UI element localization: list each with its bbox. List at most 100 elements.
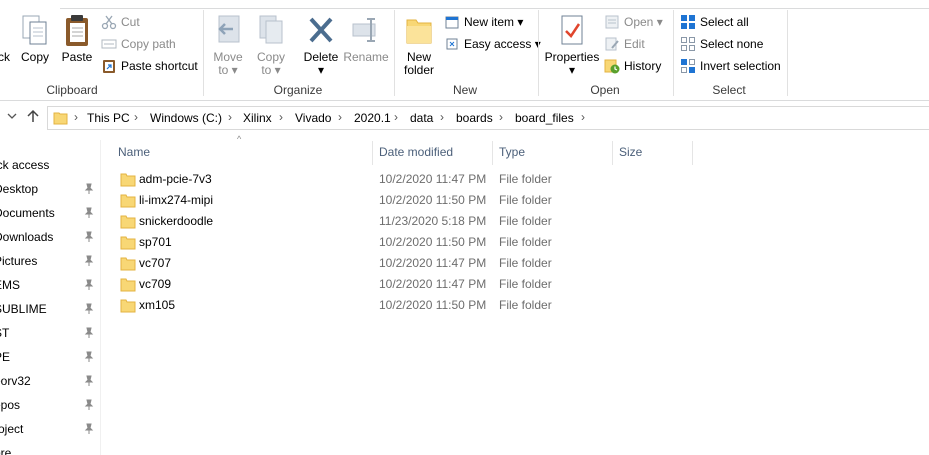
paste-shortcut-icon — [103, 60, 115, 73]
copy-icon — [22, 15, 47, 45]
breadcrumb-data[interactable]: data — [410, 111, 433, 125]
nav-item-sublime[interactable]: SUBLIME — [0, 298, 100, 322]
up-button[interactable] — [26, 109, 40, 126]
table-row[interactable]: xm105 10/2/2020 11:50 PM File folder — [117, 295, 617, 316]
column-divider[interactable] — [692, 141, 693, 165]
file-name: sp701 — [139, 235, 172, 249]
file-type: File folder — [499, 172, 552, 186]
nav-item-more[interactable]: ore — [0, 442, 100, 455]
open-label-text: Open — [624, 15, 654, 29]
file-type: File folder — [499, 235, 552, 249]
breadcrumb-separator[interactable]: › — [279, 110, 283, 124]
nav-item-label: Downloads — [0, 230, 54, 244]
nav-item-downloads[interactable]: Downloads — [0, 226, 100, 250]
open-label: Open ▾ — [624, 15, 663, 29]
edit-label: Edit — [624, 37, 645, 51]
delete-dropdown-icon[interactable]: ▾ — [300, 64, 342, 77]
nav-item-label: EMS — [0, 278, 21, 292]
breadcrumb-2020-1[interactable]: 2020.1 — [354, 111, 391, 125]
table-row[interactable]: snickerdoodle 11/23/2020 5:18 PM File fo… — [117, 211, 617, 232]
move-to-label-2-text: to — [218, 63, 229, 77]
table-row[interactable]: adm-pcie-7v3 10/2/2020 11:47 PM File fol… — [117, 169, 617, 190]
table-row[interactable]: sp701 10/2/2020 11:50 PM File folder — [117, 232, 617, 253]
address-path-box[interactable]: › This PC › Windows (C:) › Xilinx › Viva… — [47, 106, 929, 130]
column-header-name[interactable]: Name — [111, 141, 373, 165]
pin-icon — [84, 279, 94, 290]
new-group-label: New — [452, 83, 477, 97]
breadcrumb-separator[interactable]: › — [338, 110, 342, 124]
select-all-label: Select all — [700, 15, 749, 29]
file-date: 10/2/2020 11:47 PM — [379, 256, 487, 270]
nav-item-documents[interactable]: Documents — [0, 202, 100, 226]
breadcrumb-xilinx[interactable]: Xilinx — [243, 111, 272, 125]
open-group-label: Open — [590, 83, 620, 97]
file-name: vc709 — [139, 277, 172, 291]
breadcrumb-windows-c[interactable]: Windows (C:) — [150, 111, 222, 125]
column-header-date-modified[interactable]: Date modified — [372, 141, 493, 165]
ribbon-separator — [787, 10, 788, 96]
delete-button[interactable]: Delete ▾ — [300, 14, 342, 77]
nav-item-st[interactable]: ST — [0, 322, 100, 346]
properties-button[interactable]: Properties ▾ — [543, 14, 601, 77]
folder-icon — [53, 112, 68, 125]
nav-item-ems[interactable]: EMS — [0, 274, 100, 298]
paste-button[interactable]: Paste — [58, 14, 96, 64]
chevron-down-icon — [7, 113, 17, 119]
breadcrumb-separator[interactable]: › — [581, 110, 585, 124]
move-to-button[interactable]: Move to ▾ — [209, 14, 247, 77]
new-folder-button[interactable]: New folder — [399, 14, 439, 77]
file-name: vc707 — [139, 256, 172, 270]
breadcrumb-separator[interactable]: › — [228, 110, 232, 124]
easy-access-icon — [446, 38, 458, 50]
pin-icon — [84, 231, 94, 242]
file-date: 10/2/2020 11:50 PM — [379, 235, 487, 249]
nav-item-pictures[interactable]: Pictures — [0, 250, 100, 274]
ribbon-tab-strip — [60, 0, 929, 9]
breadcrumb-separator[interactable]: › — [394, 110, 398, 124]
ribbon-separator — [394, 10, 395, 96]
breadcrumb-separator[interactable]: › — [134, 110, 138, 124]
nav-item-label: ST — [0, 326, 10, 340]
copy-path-icon — [101, 39, 117, 49]
breadcrumb-separator[interactable]: › — [499, 110, 503, 124]
back-button[interactable]: ck — [0, 14, 14, 64]
delete-x-icon — [309, 17, 333, 43]
table-row[interactable]: vc709 10/2/2020 11:47 PM File folder — [117, 274, 617, 295]
breadcrumb-vivado[interactable]: Vivado — [295, 111, 331, 125]
nav-item-project[interactable]: roject — [0, 418, 100, 442]
copy-button[interactable]: Copy — [18, 14, 52, 64]
breadcrumb-separator[interactable]: › — [440, 110, 444, 124]
nav-item-desktop[interactable]: Desktop — [0, 178, 100, 202]
nav-item-epos[interactable]: epos — [0, 394, 100, 418]
pin-icon — [84, 207, 94, 218]
breadcrumb-board-files[interactable]: board_files — [515, 111, 574, 125]
properties-dropdown-icon[interactable]: ▾ — [543, 64, 601, 77]
nav-item-quick-access[interactable]: ick access — [0, 154, 100, 178]
new-folder-icon — [406, 19, 432, 44]
nav-item-eorv32[interactable]: eorv32 — [0, 370, 100, 394]
copy-to-icon — [259, 15, 283, 44]
table-row[interactable]: vc707 10/2/2020 11:47 PM File folder — [117, 253, 617, 274]
column-header-size[interactable]: Size — [612, 141, 693, 165]
nav-item-label: eorv32 — [0, 374, 31, 388]
file-type: File folder — [499, 193, 552, 207]
column-header-type[interactable]: Type — [492, 141, 613, 165]
recent-locations-dropdown[interactable] — [6, 109, 18, 125]
move-to-label-2: to ▾ — [218, 63, 238, 77]
navigation-pane[interactable]: ick access Desktop Documents Downloads P… — [0, 140, 101, 455]
rename-button[interactable]: Rename — [343, 14, 389, 64]
file-date: 11/23/2020 5:18 PM — [379, 214, 487, 228]
invert-selection-icon — [681, 59, 695, 73]
file-name: xm105 — [139, 298, 176, 312]
copy-to-button[interactable]: Copy to ▾ — [252, 14, 290, 77]
open-icon — [605, 15, 619, 29]
nav-item-pe[interactable]: PE — [0, 346, 100, 370]
table-row[interactable]: li-imx274-mipi 10/2/2020 11:50 PM File f… — [117, 190, 617, 211]
nav-item-label: ore — [0, 446, 12, 455]
breadcrumb-this-pc[interactable]: This PC — [87, 111, 130, 125]
scissors-icon — [101, 15, 117, 30]
breadcrumb-separator[interactable]: › — [74, 110, 78, 124]
paste-shortcut-button-label: Paste shortcut — [121, 59, 198, 73]
breadcrumb-boards[interactable]: boards — [456, 111, 493, 125]
file-date: 10/2/2020 11:50 PM — [379, 298, 487, 312]
